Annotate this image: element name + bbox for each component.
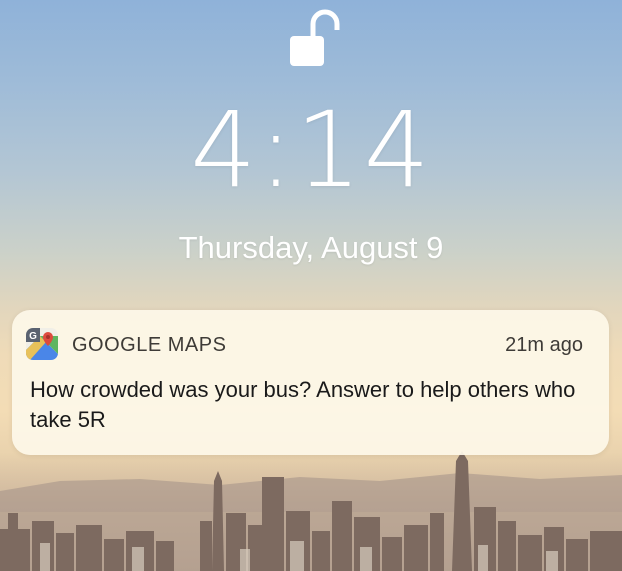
notification-card[interactable]: G GOOGLE MAPS 21m ago How crowded was yo… bbox=[12, 310, 609, 455]
svg-text:G: G bbox=[29, 331, 37, 342]
lock-screen-date: Thursday, August 9 bbox=[178, 230, 444, 265]
unlocked-padlock-icon bbox=[282, 4, 340, 70]
notification-timestamp: 21m ago bbox=[505, 334, 583, 356]
google-maps-icon: G bbox=[26, 328, 58, 360]
lock-screen-time: 4:14 bbox=[190, 89, 432, 211]
city-skyline-image bbox=[0, 451, 622, 571]
lock-screen-wallpaper bbox=[0, 0, 622, 571]
notification-message: How crowded was your bus? Answer to help… bbox=[30, 377, 576, 432]
notification-app-name: GOOGLE MAPS bbox=[72, 334, 227, 356]
notification-header: G GOOGLE MAPS 21m ago bbox=[26, 328, 583, 362]
